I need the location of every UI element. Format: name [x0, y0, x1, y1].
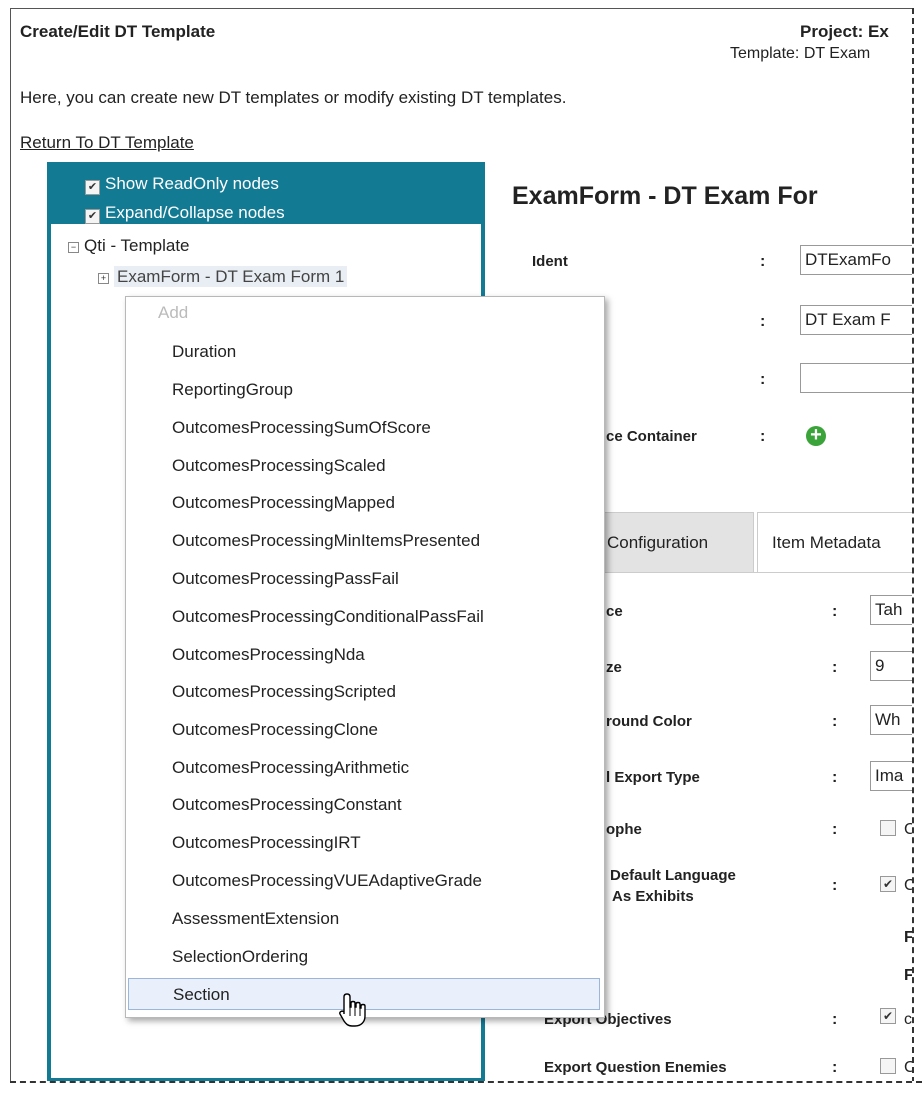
menu-item-outcomes-nda[interactable]: OutcomesProcessingNda [128, 639, 600, 671]
tree-node-examform-label: ExamForm - DT Exam Form 1 [114, 266, 348, 287]
tree-node-examform[interactable]: + ExamForm - DT Exam Form 1 [98, 266, 348, 287]
config-label-size: ze [606, 659, 622, 676]
menu-item-outcomes-clone[interactable]: OutcomesProcessingClone [128, 714, 600, 746]
colon: : [832, 769, 838, 786]
show-readonly-toggle[interactable]: ✔ Show ReadOnly nodes [85, 174, 279, 195]
config-label-apostrophe: ophe [606, 821, 642, 838]
config-label-default-language: Default Language [610, 867, 736, 884]
title-input[interactable]: DT Exam F [800, 305, 920, 335]
menu-item-outcomes-min-items-presented[interactable]: OutcomesProcessingMinItemsPresented [128, 525, 600, 557]
menu-item-duration[interactable]: Duration [128, 336, 600, 368]
menu-item-selection-ordering[interactable]: SelectionOrdering [128, 941, 600, 973]
tree-header: ✔ Show ReadOnly nodes ✔ Expand/Collapse no… [47, 162, 485, 224]
expand-icon[interactable]: + [98, 273, 109, 284]
colon: : [760, 313, 766, 330]
colon: : [760, 371, 766, 388]
hand-cursor-icon [339, 993, 366, 1027]
detail-title: ExamForm - DT Exam For [512, 182, 818, 210]
page-title: Create/Edit DT Template [20, 22, 216, 41]
show-readonly-label: Show ReadOnly nodes [105, 174, 279, 193]
menu-item-outcomes-vue-adaptive-grade[interactable]: OutcomesProcessingVUEAdaptiveGrade [128, 865, 600, 897]
export-question-enemies-checkbox[interactable] [880, 1058, 896, 1074]
colon: : [832, 1059, 838, 1076]
checkbox-checked-icon[interactable]: ✔ [85, 180, 100, 195]
container-label: ce Container [606, 428, 697, 445]
menu-item-outcomes-arithmetic[interactable]: OutcomesProcessingArithmetic [128, 752, 600, 784]
ident-input[interactable]: DTExamFo [800, 245, 920, 275]
colon: : [832, 659, 838, 676]
menu-item-outcomes-mapped[interactable]: OutcomesProcessingMapped [128, 487, 600, 519]
page-description: Here, you can create new DT templates or… [20, 88, 567, 107]
add-container-icon[interactable]: + [806, 425, 826, 446]
project-label: Project: Ex [800, 22, 889, 41]
export-objectives-option-label: c [904, 1011, 912, 1028]
colon: : [832, 713, 838, 730]
return-to-dt-template-link[interactable]: Return To DT Template [20, 133, 194, 153]
config-label-export-type: l Export Type [606, 769, 700, 786]
menu-item-outcomes-pass-fail[interactable]: OutcomesProcessingPassFail [128, 563, 600, 595]
config-label-export-question-enemies: Export Question Enemies [544, 1059, 727, 1076]
collapse-icon[interactable]: − [68, 242, 79, 253]
ident-label: Ident [532, 253, 568, 270]
menu-item-outcomes-scaled[interactable]: OutcomesProcessingScaled [128, 450, 600, 482]
colon: : [760, 253, 766, 270]
colon: : [760, 428, 766, 445]
config-label-as-exhibits: As Exhibits [612, 888, 694, 905]
menu-item-reporting-group[interactable]: ReportingGroup [128, 374, 600, 406]
menu-item-assessment-extension[interactable]: AssessmentExtension [128, 903, 600, 935]
colon: : [832, 821, 838, 838]
colon: : [832, 1011, 838, 1028]
tree-node-root-label: Qti - Template [84, 236, 190, 255]
colon: : [832, 603, 838, 620]
template-label: Template: DT Exam [730, 45, 871, 62]
menu-header-add: Add [158, 303, 189, 322]
tree-node-root[interactable]: − Qti - Template [68, 236, 190, 256]
export-objectives-checkbox[interactable]: ✔ [880, 1008, 896, 1024]
tab-item-metadata[interactable]: Item Metadata [757, 512, 917, 572]
config-label-font: ce [606, 603, 623, 620]
menu-item-outcomes-irt[interactable]: OutcomesProcessingIRT [128, 827, 600, 859]
menu-item-outcomes-sum-of-score[interactable]: OutcomesProcessingSumOfScore [128, 412, 600, 444]
add-context-menu: Add Duration ReportingGroup OutcomesProc… [125, 296, 605, 1018]
default-language-checkbox[interactable]: ✔ [880, 876, 896, 892]
expand-collapse-label: Expand/Collapse nodes [105, 203, 285, 222]
checkbox-checked-icon[interactable]: ✔ [85, 209, 100, 224]
menu-item-outcomes-scripted[interactable]: OutcomesProcessingScripted [128, 676, 600, 708]
menu-item-outcomes-constant[interactable]: OutcomesProcessingConstant [128, 789, 600, 821]
config-label-background-color: round Color [606, 713, 692, 730]
description-input[interactable] [800, 363, 920, 393]
torn-edge-right [912, 8, 922, 1093]
colon: : [832, 877, 838, 894]
menu-item-outcomes-conditional-pass-fail[interactable]: OutcomesProcessingConditionalPassFail [128, 601, 600, 633]
expand-collapse-toggle[interactable]: ✔ Expand/Collapse nodes [85, 203, 285, 224]
apostrophe-checkbox[interactable] [880, 820, 896, 836]
